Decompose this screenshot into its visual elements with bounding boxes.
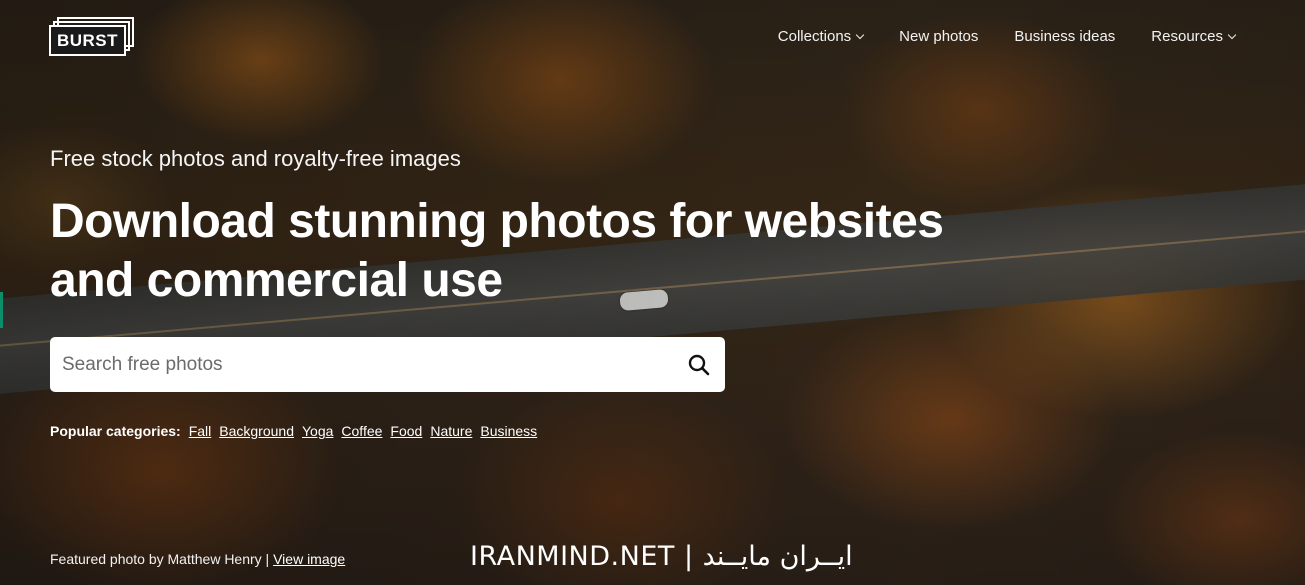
search-bar xyxy=(50,337,725,392)
photo-credit-text: Featured photo by Matthew Henry | xyxy=(50,551,270,567)
popular-categories-label: Popular categories: xyxy=(50,423,181,439)
nav-business-ideas-label: Business ideas xyxy=(1014,28,1116,45)
burst-logo[interactable]: BURST xyxy=(49,17,135,57)
search-button[interactable] xyxy=(673,337,725,392)
hero-tagline: Free stock photos and royalty-free image… xyxy=(50,146,461,171)
nav-resources[interactable]: Resources xyxy=(1151,28,1237,45)
photo-credit: Featured photo by Matthew Henry | View i… xyxy=(50,551,345,567)
chevron-down-icon xyxy=(1227,30,1237,39)
category-link-coffee[interactable]: Coffee xyxy=(341,423,382,439)
category-link-yoga[interactable]: Yoga xyxy=(302,423,333,439)
logo-text: BURST xyxy=(49,25,126,56)
popular-categories: Popular categories: Fall Background Yoga… xyxy=(50,423,545,439)
chevron-down-icon xyxy=(855,30,865,39)
nav-new-photos[interactable]: New photos xyxy=(899,28,978,45)
search-icon xyxy=(688,354,710,375)
view-image-link[interactable]: View image xyxy=(273,551,345,567)
nav-collections[interactable]: Collections xyxy=(777,28,865,45)
category-link-background[interactable]: Background xyxy=(219,423,294,439)
nav-business-ideas[interactable]: Business ideas xyxy=(1014,28,1115,45)
category-link-fall[interactable]: Fall xyxy=(189,423,212,439)
watermark-text: IRANMIND.NET | ایــران مایــند xyxy=(470,541,853,572)
nav-collections-label: Collections xyxy=(777,28,852,45)
nav-new-photos-label: New photos xyxy=(899,28,979,45)
nav-resources-label: Resources xyxy=(1151,28,1223,45)
category-link-business[interactable]: Business xyxy=(480,423,537,439)
category-link-nature[interactable]: Nature xyxy=(430,423,472,439)
search-input[interactable] xyxy=(50,337,673,392)
hero-headline: Download stunning photos for websites an… xyxy=(50,195,944,307)
main-nav: Collections New photos Business ideas Re… xyxy=(742,28,1237,45)
category-link-food[interactable]: Food xyxy=(390,423,422,439)
left-accent-bar xyxy=(0,292,3,328)
